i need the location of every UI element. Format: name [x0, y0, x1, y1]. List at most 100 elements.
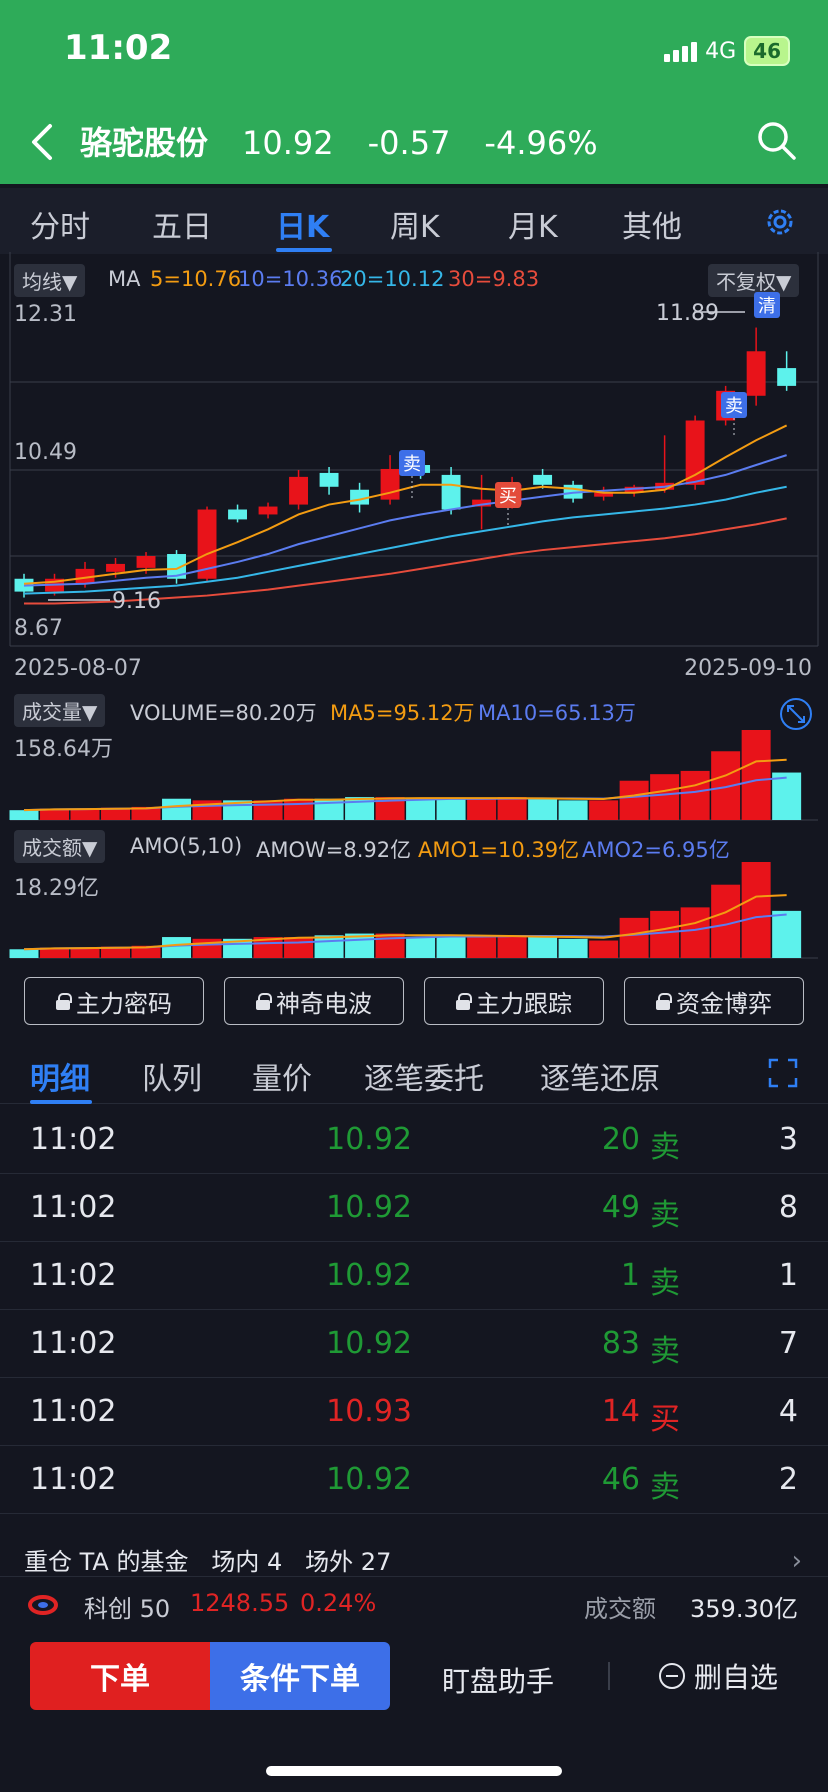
tool-label: 资金博弈: [676, 989, 772, 1018]
trade-count: 4: [778, 1394, 798, 1429]
trade-time: 11:02: [30, 1122, 117, 1157]
fund-holdings[interactable]: 重仓 TA 的基金 场内 4 场外 27: [24, 1542, 391, 1577]
sell-badge-1-text: 卖: [403, 454, 421, 475]
candle-body: [289, 476, 309, 505]
fund-inside: 场内 4: [211, 1548, 283, 1576]
tab-weekly-k[interactable]: 周K: [390, 202, 440, 246]
tab-queue[interactable]: 队列: [142, 1054, 202, 1098]
candle-body: [136, 556, 156, 568]
status-icons: 4G 46: [664, 36, 790, 66]
tab-intraday[interactable]: 分时: [30, 202, 90, 246]
gear-icon[interactable]: [762, 204, 798, 240]
condition-order-button[interactable]: 条件下单: [210, 1642, 390, 1710]
stock-change: -0.57: [367, 124, 451, 162]
volume-bar: [497, 797, 527, 820]
amount-bar: [9, 949, 39, 958]
trade-side: 卖: [650, 1334, 680, 1369]
amount-bar: [680, 907, 710, 958]
candle-body: [228, 509, 247, 520]
index-value: 1248.55: [190, 1589, 290, 1617]
remove-label: 删自选: [694, 1661, 779, 1694]
amount-bar: [772, 910, 802, 958]
stock-pct: -4.96%: [484, 124, 598, 162]
fullscreen-icon[interactable]: [768, 1058, 798, 1088]
min-label: 9.16: [112, 589, 161, 614]
amount-bar: [436, 937, 466, 958]
trade-side: 卖: [650, 1470, 680, 1505]
trade-row: 11:02 10.92 83 卖 7: [0, 1310, 828, 1378]
tool-fund-game-button[interactable]: 资金博弈: [624, 977, 804, 1025]
lock-icon: [656, 993, 672, 1010]
header: 11:02 4G 46 骆驼股份 10.92 -0.57 -4.96%: [0, 0, 828, 184]
kline-chart[interactable]: 11.89 9.16 卖 买 卖 清: [0, 252, 828, 698]
chevron-right-icon[interactable]: ›: [792, 1546, 802, 1576]
trade-volume: 14: [601, 1394, 640, 1429]
sell-badge-2-text: 卖: [725, 396, 743, 417]
signal-icon: [664, 40, 698, 62]
trade-row: 11:02 10.92 49 卖 8: [0, 1174, 828, 1242]
detail-tabs: 明细 队列 量价 逐笔委托 逐笔还原: [0, 1040, 828, 1104]
tool-magic-wave-button[interactable]: 神奇电波: [224, 977, 404, 1025]
trade-price: 10.92: [326, 1190, 412, 1225]
tab-monthly-k[interactable]: 月K: [508, 202, 558, 246]
amount-chart: [9, 862, 818, 959]
tab-daily-k[interactable]: 日K: [276, 202, 329, 246]
volume-bar: [680, 770, 710, 820]
trade-volume: 49: [601, 1190, 640, 1225]
trade-row: 11:02 10.92 1 卖 1: [0, 1242, 828, 1310]
volume-bar: [406, 798, 436, 820]
trade-side: 卖: [650, 1198, 680, 1233]
lock-icon: [256, 993, 272, 1010]
trade-side: 卖: [650, 1266, 680, 1301]
max-label: 11.89: [656, 301, 719, 326]
trade-count: 8: [778, 1190, 798, 1225]
remove-watchlist-button[interactable]: 删自选: [658, 1656, 778, 1696]
tab-volume-price[interactable]: 量价: [252, 1054, 312, 1098]
tab-other[interactable]: 其他: [622, 202, 682, 246]
amount-bar: [650, 910, 680, 958]
minus-circle-icon: [659, 1663, 685, 1689]
amount-bar: [589, 940, 619, 958]
watch-helper-button[interactable]: 盯盘助手: [442, 1660, 554, 1700]
volume-chart: [9, 730, 818, 821]
volume-bar: [589, 800, 619, 820]
candle-body: [746, 351, 766, 396]
volume-bar: [253, 800, 283, 820]
trade-time: 11:02: [30, 1190, 117, 1225]
tool-main-track-button[interactable]: 主力跟踪: [424, 977, 604, 1025]
clear-badge-text: 清: [758, 296, 776, 317]
amount-bar: [406, 937, 436, 958]
back-icon[interactable]: [26, 118, 60, 166]
tab-order-by-order[interactable]: 逐笔委托: [364, 1054, 484, 1098]
index-bar[interactable]: 科创 50 1248.55 0.24% 成交额 359.30亿: [0, 1576, 828, 1630]
amount-bar: [162, 937, 192, 958]
trade-volume: 1: [620, 1258, 640, 1293]
trade-count: 2: [778, 1462, 798, 1497]
search-icon[interactable]: [754, 118, 798, 162]
home-indicator: [266, 1766, 562, 1776]
amount-bar: [558, 938, 588, 958]
trade-price: 10.92: [326, 1258, 412, 1293]
trade-time: 11:02: [30, 1462, 117, 1497]
order-button[interactable]: 下单: [30, 1642, 210, 1710]
candle-body: [319, 472, 339, 487]
volume-bar: [619, 780, 649, 820]
trade-price: 10.92: [326, 1326, 412, 1361]
candle-body: [258, 506, 278, 515]
tab-five-day[interactable]: 五日: [152, 202, 212, 246]
volume-bar: [650, 774, 680, 820]
tool-label: 神奇电波: [276, 989, 372, 1018]
tab-detail[interactable]: 明细: [30, 1054, 90, 1098]
volume-bar: [162, 798, 192, 820]
amount-bar: [497, 935, 527, 958]
network-label: 4G: [705, 38, 737, 64]
lock-icon: [456, 993, 472, 1010]
tab-trade-restore[interactable]: 逐笔还原: [540, 1054, 660, 1098]
lock-icon: [56, 993, 72, 1010]
buy-badge-text: 买: [499, 486, 517, 507]
candle-body: [777, 368, 797, 386]
divider: [608, 1662, 610, 1690]
tool-main-code-button[interactable]: 主力密码: [24, 977, 204, 1025]
index-pct: 0.24%: [300, 1589, 377, 1617]
amount-value: 359.30亿: [690, 1595, 798, 1623]
